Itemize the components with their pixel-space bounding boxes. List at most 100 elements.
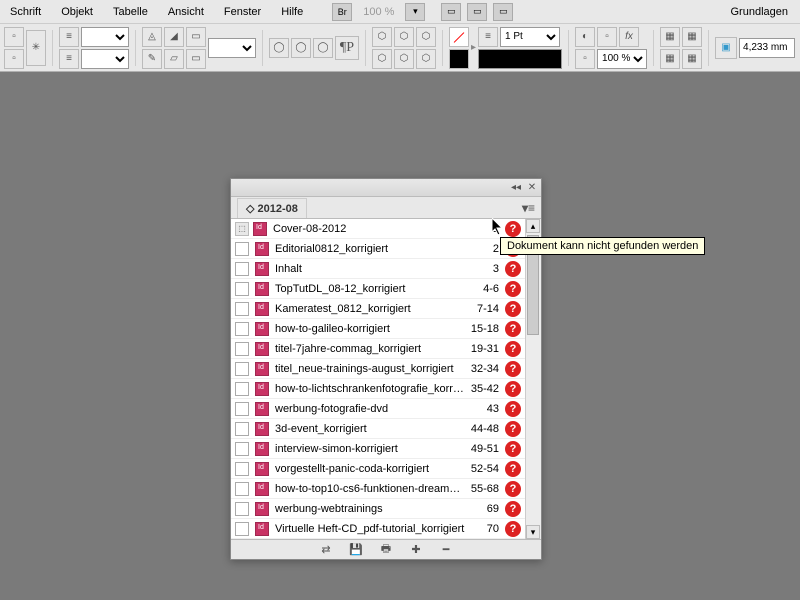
opacity-select[interactable]: 100 %	[597, 49, 647, 69]
document-row[interactable]: how-to-lichtschrankenfotografie_korrigie…	[231, 379, 525, 399]
document-row[interactable]: werbung-fotografie-dvd43?	[231, 399, 525, 419]
missing-status-icon[interactable]: ?	[505, 261, 521, 277]
stroke-style-select[interactable]	[478, 49, 562, 69]
missing-status-icon[interactable]: ?	[505, 281, 521, 297]
text-wrap-icon[interactable]: ▦	[660, 49, 680, 69]
document-row[interactable]: vorgestellt-panic-coda-korrigiert52-54?	[231, 459, 525, 479]
panel-header[interactable]: ◂◂ ✕	[231, 179, 541, 197]
document-row[interactable]: werbung-webtrainings69?	[231, 499, 525, 519]
missing-status-icon[interactable]: ?	[505, 501, 521, 517]
tool-icon[interactable]: ⬡	[416, 49, 436, 69]
row-checkbox[interactable]	[235, 502, 249, 516]
scroll-down-icon[interactable]: ▾	[526, 525, 540, 539]
workspace-selector[interactable]: Grundlagen	[719, 2, 800, 22]
row-checkbox[interactable]	[235, 342, 249, 356]
tool-icon[interactable]: ▫	[575, 49, 595, 69]
document-row[interactable]: Kameratest_0812_korrigiert7-14?	[231, 299, 525, 319]
missing-status-icon[interactable]: ?	[505, 441, 521, 457]
tool-icon[interactable]: ⬡	[394, 27, 414, 47]
sync-icon[interactable]: ⇄	[319, 543, 333, 557]
document-row[interactable]: Editorial0812_korrigiert2?	[231, 239, 525, 259]
zoom-level[interactable]: 100 %	[355, 6, 402, 18]
document-row[interactable]: how-to-galileo-korrigiert15-18?	[231, 319, 525, 339]
tool-icon[interactable]: ⬡	[394, 49, 414, 69]
tool-icon[interactable]: ▫	[597, 27, 617, 47]
stroke-none-icon[interactable]	[449, 27, 469, 47]
tool-icon[interactable]: ◢	[164, 27, 184, 47]
stroke-weight-icon[interactable]: ≡	[478, 27, 498, 47]
menu-ansicht[interactable]: Ansicht	[158, 2, 214, 22]
delete-icon[interactable]: ━	[439, 543, 453, 557]
print-icon[interactable]: 🖶	[379, 543, 393, 557]
fx-icon[interactable]: fx	[619, 27, 639, 47]
measurement-input[interactable]	[739, 38, 795, 58]
missing-status-icon[interactable]: ?	[505, 521, 521, 537]
stroke-weight-select[interactable]: 1 Pt	[500, 27, 560, 47]
missing-status-icon[interactable]: ?	[505, 361, 521, 377]
missing-status-icon[interactable]: ?	[505, 481, 521, 497]
tool-select[interactable]	[81, 49, 129, 69]
menu-fenster[interactable]: Fenster	[214, 2, 271, 22]
menu-objekt[interactable]: Objekt	[51, 2, 103, 22]
tool-icon[interactable]: ▱	[164, 49, 184, 69]
row-checkbox[interactable]	[235, 242, 249, 256]
close-icon[interactable]: ✕	[527, 183, 537, 193]
tool-icon[interactable]: ✎	[142, 49, 162, 69]
row-checkbox[interactable]	[235, 422, 249, 436]
tool-icon[interactable]: ◐	[575, 27, 595, 47]
menu-schrift[interactable]: Schrift	[0, 2, 51, 22]
panel-tab-title[interactable]: ◇ 2012-08	[237, 198, 307, 218]
tool-icon[interactable]: ▭	[186, 27, 206, 47]
tool-icon[interactable]: ◬	[142, 27, 162, 47]
menu-tabelle[interactable]: Tabelle	[103, 2, 158, 22]
scrollbar[interactable]: ▴ ▾	[525, 219, 541, 539]
missing-status-icon[interactable]: ?	[505, 221, 521, 237]
tool-select[interactable]	[208, 38, 256, 58]
tool-icon[interactable]: ⬡	[372, 27, 392, 47]
tool-icon[interactable]: ▭	[186, 49, 206, 69]
missing-status-icon[interactable]: ?	[505, 421, 521, 437]
row-checkbox[interactable]	[235, 482, 249, 496]
row-checkbox[interactable]	[235, 262, 249, 276]
missing-status-icon[interactable]: ?	[505, 381, 521, 397]
document-row[interactable]: 3d-event_korrigiert44-48?	[231, 419, 525, 439]
missing-status-icon[interactable]: ?	[505, 401, 521, 417]
row-checkbox[interactable]	[235, 442, 249, 456]
frame-dimensions-icon[interactable]: ▣	[715, 37, 737, 59]
tool-icon[interactable]: ≡	[59, 49, 79, 69]
scroll-up-icon[interactable]: ▴	[526, 219, 540, 233]
tool-icon[interactable]: ◯	[313, 38, 333, 58]
document-row[interactable]: Inhalt3?	[231, 259, 525, 279]
view-mode-3-icon[interactable]: ▭	[493, 3, 513, 21]
tool-icon[interactable]: ≡	[59, 27, 79, 47]
tool-icon[interactable]: ◯	[291, 38, 311, 58]
document-row[interactable]: ⬚Cover-08-20121?	[231, 219, 525, 239]
row-checkbox[interactable]	[235, 362, 249, 376]
row-checkbox[interactable]	[235, 382, 249, 396]
row-checkbox[interactable]	[235, 522, 249, 536]
bridge-icon[interactable]: Br	[332, 3, 352, 21]
tool-icon[interactable]: ▫	[4, 27, 24, 47]
document-row[interactable]: Virtuelle Heft-CD_pdf-tutorial_korrigier…	[231, 519, 525, 539]
tool-icon[interactable]: ◯	[269, 38, 289, 58]
menu-hilfe[interactable]: Hilfe	[271, 2, 313, 22]
row-checkbox[interactable]	[235, 282, 249, 296]
document-row[interactable]: interview-simon-korrigiert49-51?	[231, 439, 525, 459]
add-icon[interactable]: ✚	[409, 543, 423, 557]
text-wrap-icon[interactable]: ▦	[682, 49, 702, 69]
view-mode-2-icon[interactable]: ▭	[467, 3, 487, 21]
text-wrap-icon[interactable]: ▦	[682, 27, 702, 47]
tool-icon[interactable]: ▫	[4, 49, 24, 69]
panel-menu-icon[interactable]: ▾≡	[516, 201, 541, 215]
document-row[interactable]: TopTutDL_08-12_korrigiert4-6?	[231, 279, 525, 299]
missing-status-icon[interactable]: ?	[505, 301, 521, 317]
row-checkbox[interactable]	[235, 402, 249, 416]
view-mode-1-icon[interactable]: ▭	[441, 3, 461, 21]
missing-status-icon[interactable]: ?	[505, 461, 521, 477]
tool-select[interactable]	[81, 27, 129, 47]
tool-icon[interactable]: ✳	[26, 30, 46, 66]
row-checkbox[interactable]	[235, 322, 249, 336]
text-wrap-icon[interactable]: ▦	[660, 27, 680, 47]
row-checkbox[interactable]	[235, 462, 249, 476]
tool-icon[interactable]: ⬡	[416, 27, 436, 47]
